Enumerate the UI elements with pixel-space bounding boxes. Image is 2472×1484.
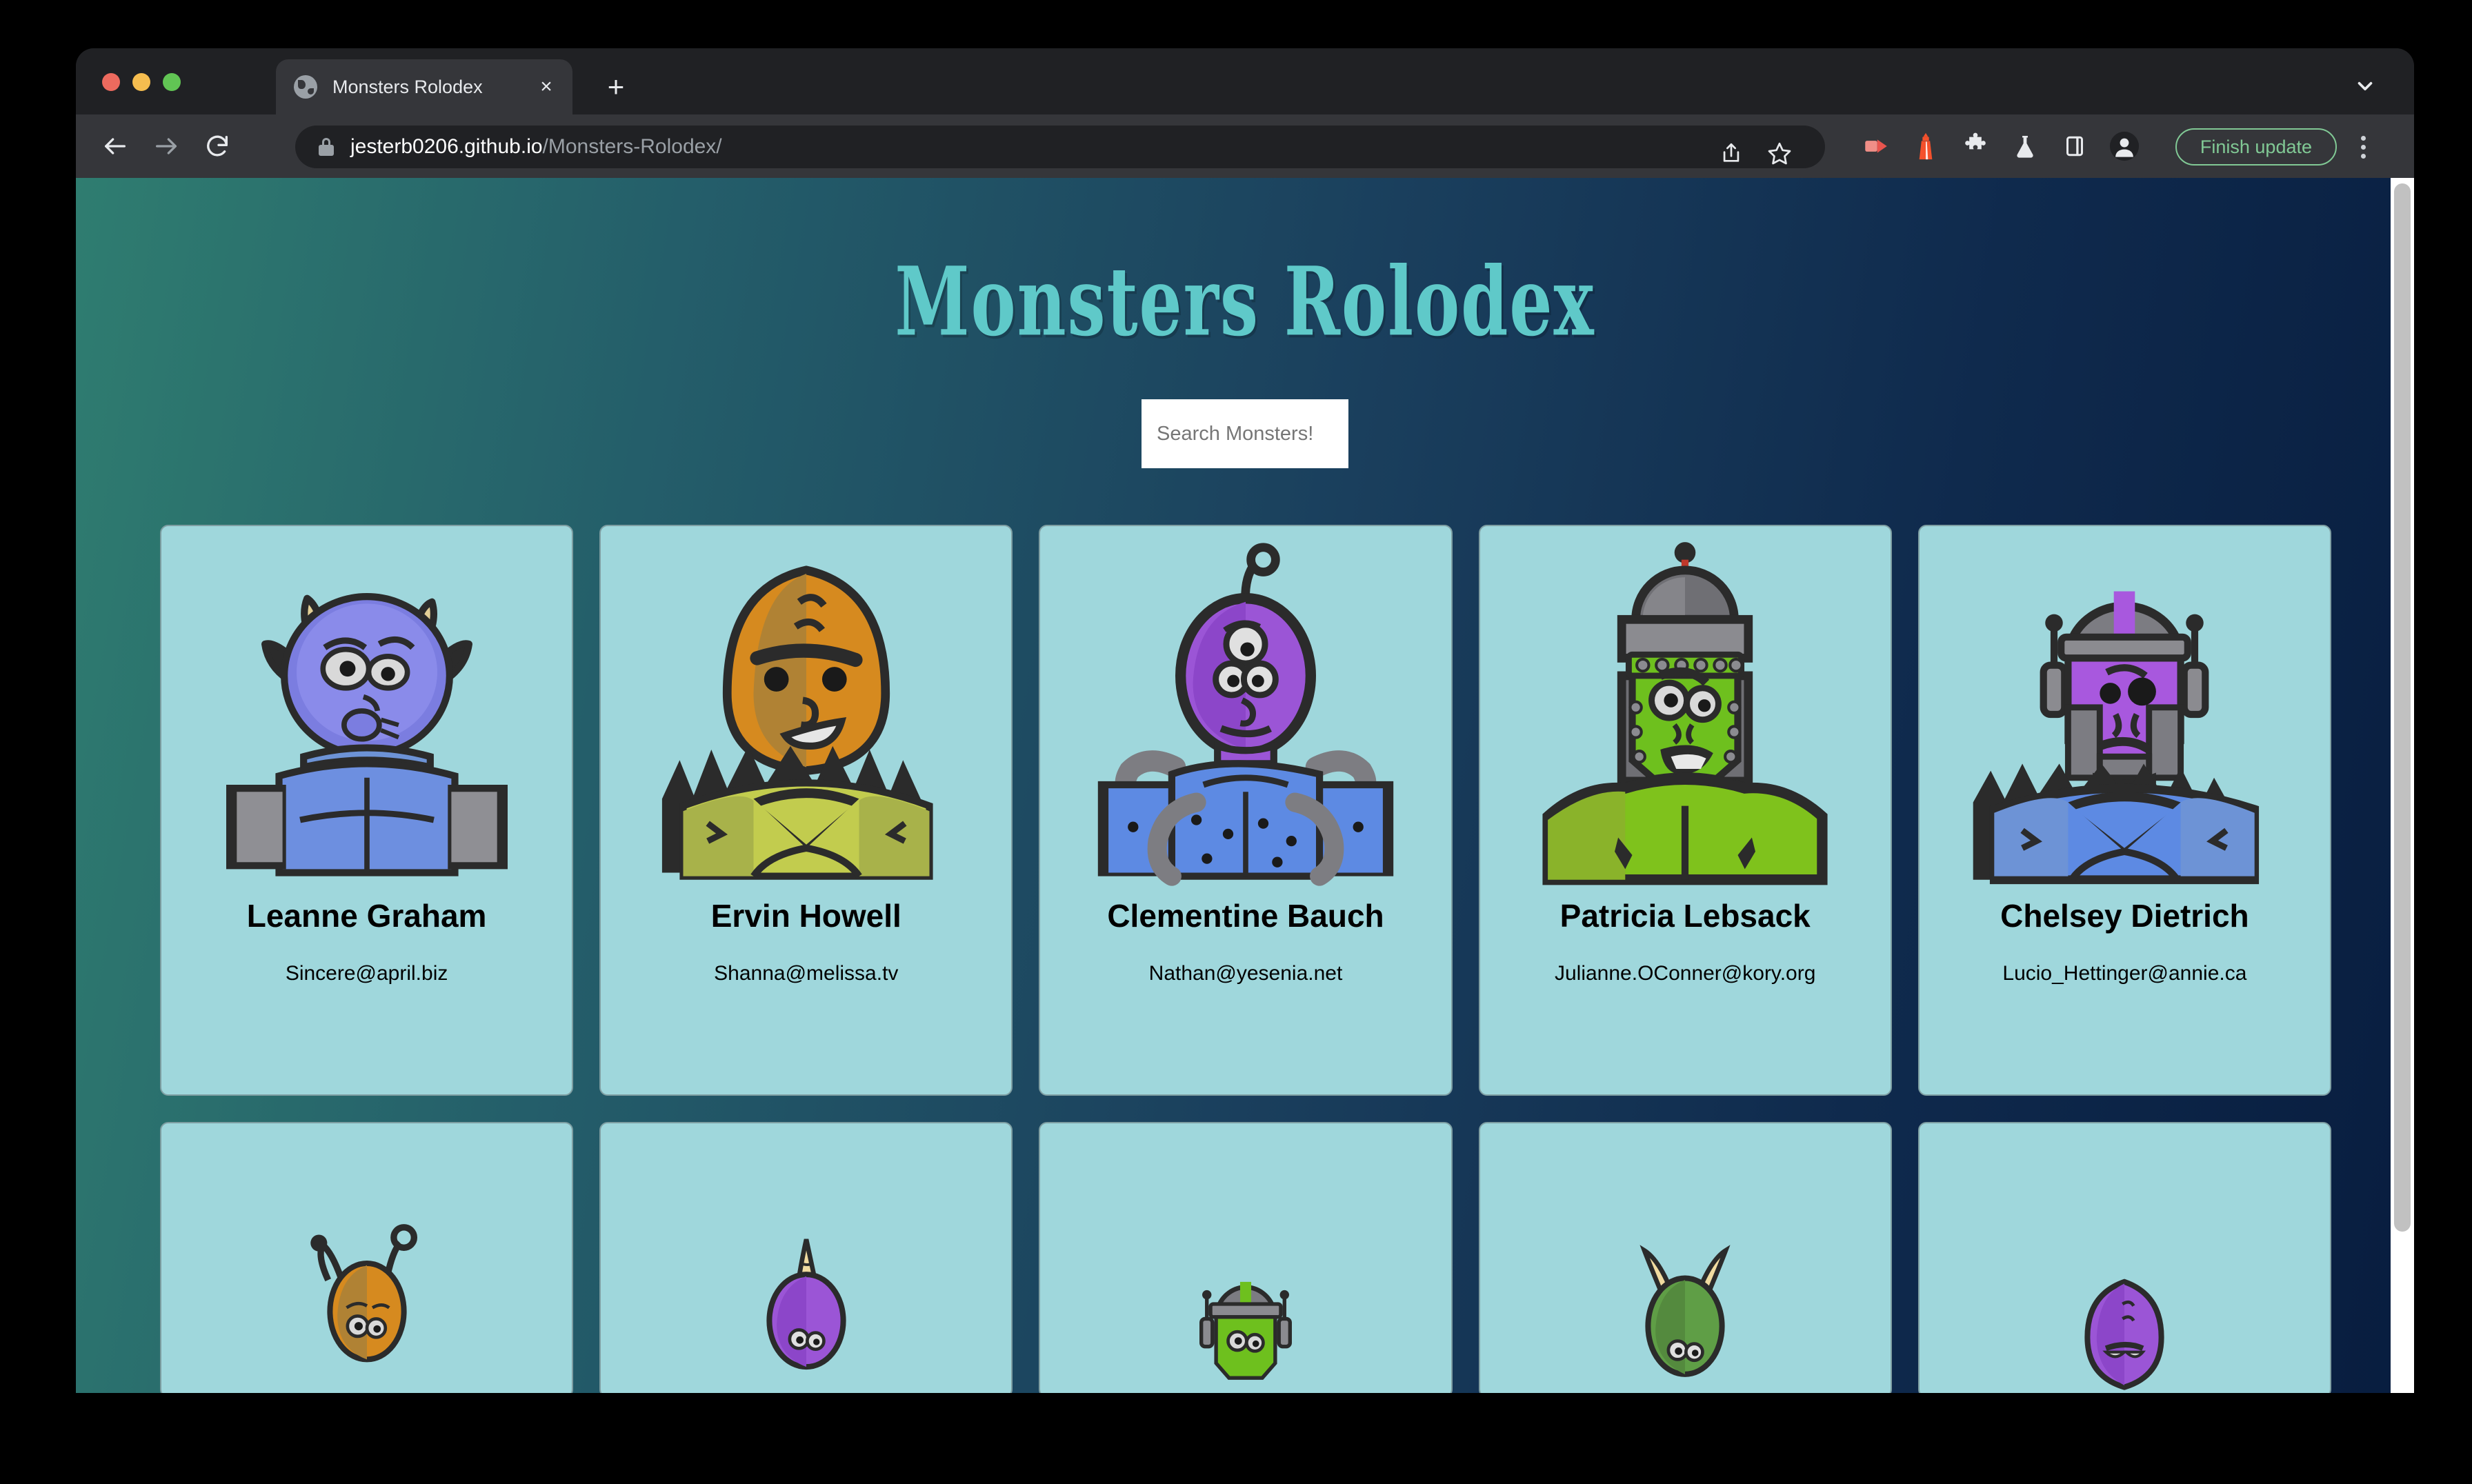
url-host: jesterb0206.github.io [350, 135, 543, 158]
monster-email: Julianne.OConner@kory.org [1554, 962, 1816, 985]
lock-icon [319, 138, 334, 156]
green-twohorn-monster-avatar [1639, 1245, 1731, 1377]
star-icon[interactable] [1760, 134, 1799, 172]
url-text: jesterb0206.github.io/Monsters-Rolodex/ [350, 135, 722, 159]
purple-cyborg-monster-avatar [1973, 591, 2260, 885]
extensions-area [1855, 124, 2145, 168]
reload-icon[interactable] [196, 125, 239, 168]
monster-email: Shanna@melissa.tv [714, 962, 899, 985]
monster-card[interactable] [160, 1122, 574, 1393]
finish-update-button[interactable]: Finish update [2175, 128, 2337, 166]
orange-antenna-monster-avatar [310, 1224, 417, 1363]
monster-name: Chelsey Dietrich [2000, 898, 2249, 934]
page-viewport: Monsters Rolodex Search Monsters! Leanne… [76, 178, 2414, 1393]
close-window-button[interactable] [102, 73, 120, 91]
purple-three-eye-monster-avatar [1097, 543, 1394, 886]
chevron-down-icon[interactable] [2348, 69, 2382, 103]
minimize-window-button[interactable] [132, 73, 150, 91]
monster-card[interactable]: Patricia Lebsack Julianne.OConner@kory.o… [1478, 525, 1892, 1096]
monster-name: Leanne Graham [246, 898, 487, 934]
monster-email: Nathan@yesenia.net [1148, 962, 1343, 985]
new-tab-button[interactable]: + [600, 72, 632, 103]
arrow-left-icon[interactable] [94, 125, 137, 168]
search-input[interactable] [1142, 399, 1348, 468]
page-scrollbar[interactable] [2391, 178, 2414, 1393]
monster-card[interactable] [1917, 1122, 2331, 1393]
address-bar[interactable]: jesterb0206.github.io/Monsters-Rolodex/ [295, 126, 1825, 168]
blue-horned-monster-avatar [226, 593, 508, 876]
monster-card[interactable] [599, 1122, 1013, 1393]
green-helmet-monster-avatar [1542, 542, 1828, 885]
monster-card[interactable] [1039, 1122, 1453, 1393]
arrow-right-icon[interactable] [145, 125, 188, 168]
scrollbar-thumb[interactable] [2394, 183, 2411, 1232]
monster-card[interactable]: Ervin Howell Shanna@melissa.tv [599, 525, 1013, 1096]
url-path: /Monsters-Rolodex/ [542, 135, 722, 158]
puzzle-icon[interactable] [1955, 124, 1996, 168]
monster-name: Patricia Lebsack [1559, 898, 1811, 934]
monster-card[interactable]: Clementine Bauch Nathan@yesenia.net [1039, 525, 1453, 1096]
orange-spiky-monster-avatar [661, 565, 933, 880]
monster-email: Lucio_Hettinger@annie.ca [2002, 962, 2247, 985]
purple-plain-monster-avatar [2084, 1279, 2165, 1390]
monster-card[interactable] [1478, 1122, 1892, 1393]
window-traffic-lights [102, 73, 181, 91]
monster-name: Clementine Bauch [1107, 898, 1384, 934]
monster-name: Ervin Howell [710, 898, 901, 934]
flask-icon[interactable] [2004, 124, 2046, 168]
monster-card-grid: Leanne Graham Sincere@april.biz Ervin Ho… [159, 525, 2331, 1096]
search-row [76, 399, 2414, 468]
monster-card[interactable]: Chelsey Dietrich Lucio_Hettinger@annie.c… [1917, 525, 2331, 1096]
side-panel-icon[interactable] [2054, 124, 2095, 168]
monster-card-grid-row2 [159, 1122, 2331, 1393]
share-icon[interactable] [1712, 134, 1751, 172]
green-visor-monster-avatar [1199, 1281, 1292, 1380]
browser-tab[interactable]: Monsters Rolodex × [276, 59, 572, 114]
purple-horn-monster-avatar [766, 1239, 846, 1370]
page-title: Monsters Rolodex [895, 245, 1595, 358]
globe-icon [294, 75, 317, 99]
browser-window: Monsters Rolodex × + jesterb0206.github.… [76, 48, 2414, 1393]
omnibox-actions [1712, 134, 1799, 172]
tab-title: Monsters Rolodex [332, 76, 483, 97]
lighthouse-icon[interactable] [1905, 124, 1946, 168]
profile-avatar-icon[interactable] [2104, 124, 2145, 168]
tab-strip: Monsters Rolodex × + [76, 48, 2414, 114]
three-dot-menu-icon[interactable] [2344, 127, 2382, 167]
maximize-window-button[interactable] [163, 73, 181, 91]
browser-toolbar: jesterb0206.github.io/Monsters-Rolodex/ [76, 114, 2414, 178]
close-icon[interactable]: × [532, 73, 560, 101]
monster-card[interactable]: Leanne Graham Sincere@april.biz [160, 525, 574, 1096]
screencast-icon[interactable] [1855, 124, 1897, 168]
monster-email: Sincere@april.biz [285, 962, 448, 985]
